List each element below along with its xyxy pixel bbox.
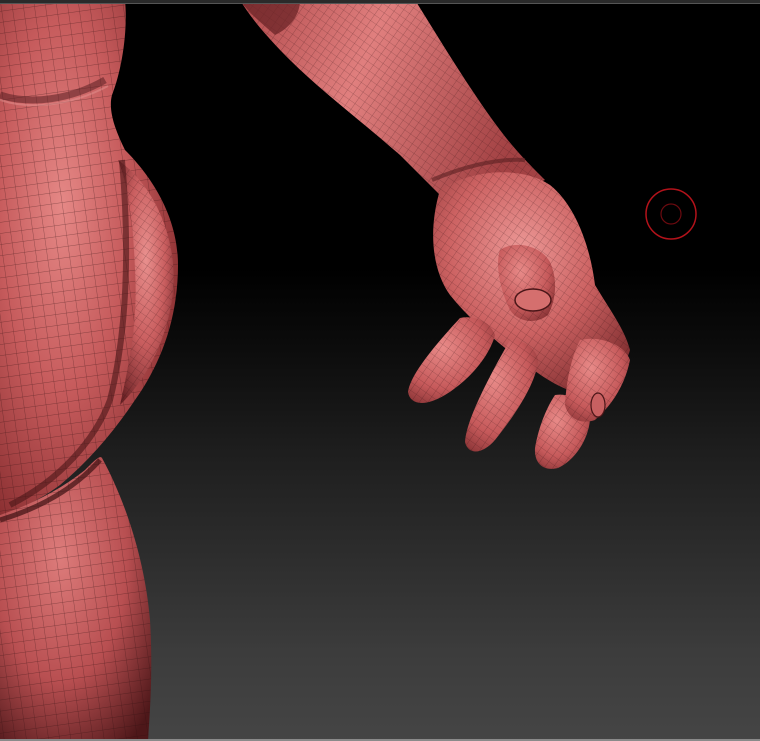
torso-mesh[interactable]	[0, 0, 178, 515]
brush-cursor-icon	[645, 188, 697, 240]
sculpt-model[interactable]	[0, 0, 760, 741]
viewport-top-edge	[0, 0, 760, 4]
hand-mesh[interactable]	[408, 172, 630, 469]
finger-index-mesh[interactable]	[408, 317, 495, 403]
3d-viewport[interactable]	[0, 0, 760, 741]
